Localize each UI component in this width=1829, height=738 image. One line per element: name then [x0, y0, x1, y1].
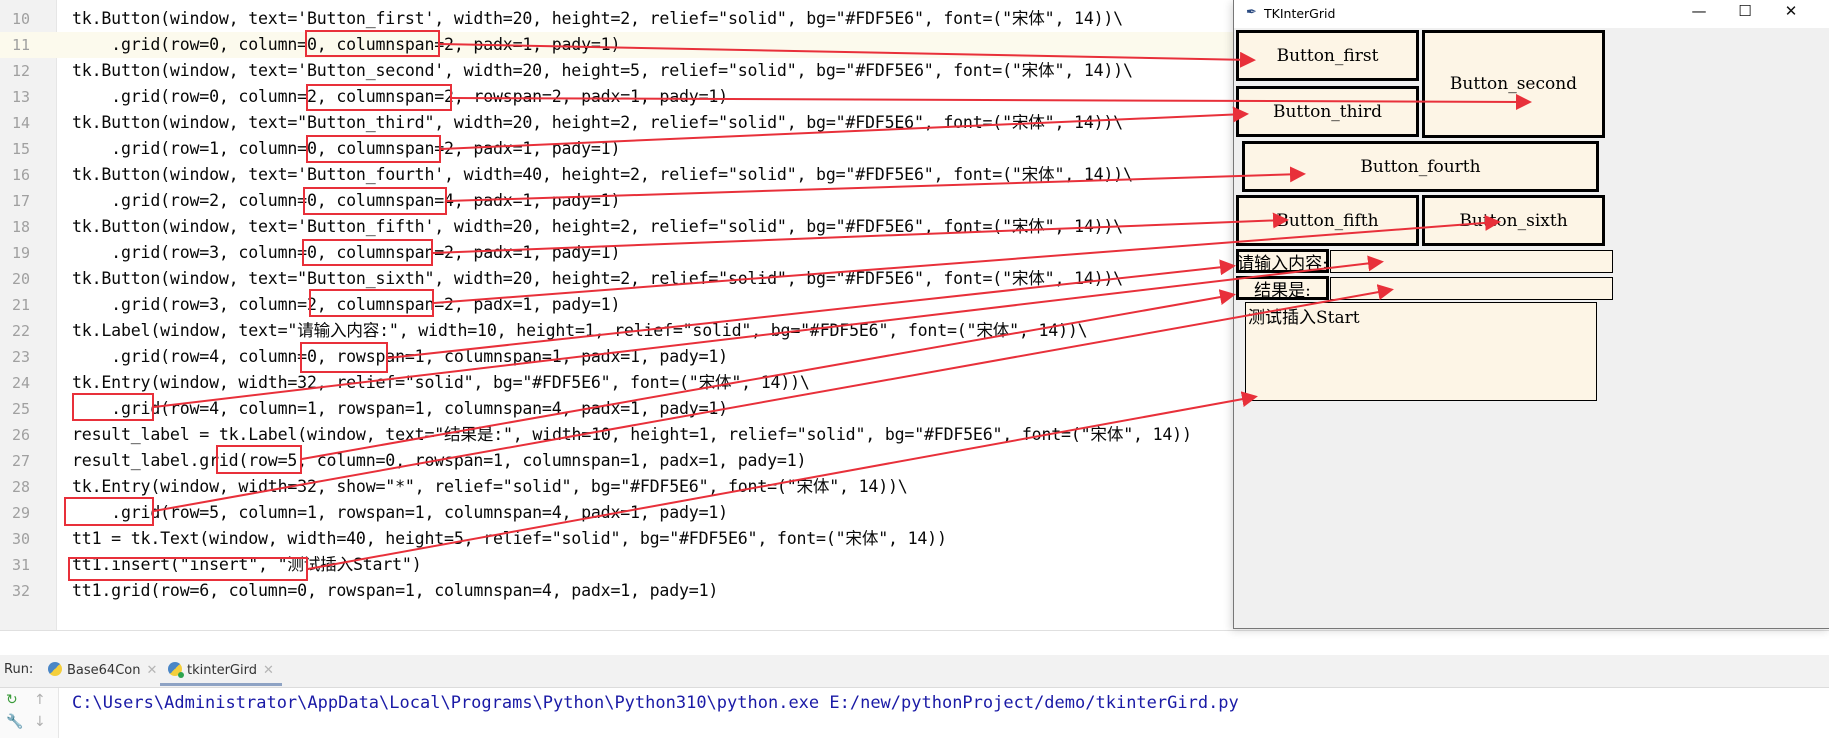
- button-third[interactable]: Button_third: [1236, 86, 1419, 137]
- line-number: 24: [11, 374, 30, 392]
- line-number: 16: [11, 166, 30, 184]
- highlight-box: [302, 239, 433, 266]
- window-title: TKInterGrid: [1264, 6, 1336, 21]
- line-number: 27: [11, 452, 30, 470]
- wrench-icon[interactable]: 🔧: [6, 714, 23, 730]
- highlight-box: [72, 393, 154, 421]
- highlight-box: [300, 342, 388, 373]
- run-toolbar: ↻ ↑ 🔧 ↓: [0, 688, 59, 738]
- line-number: 32: [11, 582, 30, 600]
- result-entry[interactable]: [1330, 277, 1613, 300]
- button-first[interactable]: Button_first: [1236, 30, 1419, 81]
- run-tabs-bar: Run: Base64Con ✕ tkinterGird ✕: [0, 655, 1829, 688]
- window-titlebar[interactable]: ✒ TKInterGrid — ☐ ✕: [1234, 0, 1829, 28]
- line-number: 20: [11, 270, 30, 288]
- highlight-box: [68, 557, 308, 581]
- run-tab-label: tkinterGird: [187, 663, 257, 678]
- line-number: 25: [11, 400, 30, 418]
- line-number: 19: [11, 244, 30, 262]
- line-number: 21: [11, 296, 30, 314]
- line-number: 22: [11, 322, 30, 340]
- highlight-box: [303, 187, 447, 215]
- code-text: tk.Button(window, text='Button_second', …: [72, 61, 1133, 80]
- minimize-button[interactable]: —: [1676, 2, 1722, 20]
- code-text: result_label.grid(row=5, column=0, rowsp…: [72, 451, 807, 470]
- arrow-down-icon[interactable]: ↓: [34, 714, 46, 730]
- button-fifth[interactable]: Button_fifth: [1236, 195, 1419, 246]
- line-number: 30: [11, 530, 30, 548]
- button-sixth[interactable]: Button_sixth: [1422, 195, 1605, 246]
- python-icon: [48, 662, 62, 676]
- line-number: 28: [11, 478, 30, 496]
- code-text: tt1.grid(row=6, column=0, rowspan=1, col…: [72, 581, 719, 600]
- line-number: 15: [11, 140, 30, 158]
- run-tab-tkintergird[interactable]: tkinterGird ✕: [160, 655, 282, 686]
- code-text: tk.Button(window, text="Button_third", w…: [72, 113, 1123, 132]
- button-fourth[interactable]: Button_fourth: [1242, 141, 1599, 192]
- input-entry[interactable]: [1330, 250, 1613, 273]
- close-tab-icon[interactable]: ✕: [263, 663, 274, 678]
- run-tab-label: Base64Con: [67, 663, 141, 678]
- line-number: 31: [11, 556, 30, 574]
- code-text: tk.Entry(window, width=32, show="*", rel…: [72, 477, 908, 496]
- code-text: .grid(row=4, column=0, rowspan=1, column…: [72, 347, 728, 366]
- line-number: 14: [11, 114, 30, 132]
- code-text: .grid(row=4, column=1, rowspan=1, column…: [72, 399, 728, 418]
- code-text: tk.Button(window, text='Button_first', w…: [72, 9, 1123, 28]
- line-number: 12: [11, 62, 30, 80]
- code-text: .grid(row=5, column=1, rowspan=1, column…: [72, 503, 728, 522]
- close-button[interactable]: ✕: [1768, 2, 1814, 20]
- run-panel: Run: Base64Con ✕ tkinterGird ✕ ↻ ↑ 🔧 ↓ C:\…: [0, 630, 1829, 738]
- text-area[interactable]: 测试插入Start: [1245, 302, 1597, 401]
- line-number: 18: [11, 218, 30, 236]
- highlight-box: [306, 135, 441, 163]
- maximize-button[interactable]: ☐: [1722, 2, 1768, 20]
- highlight-box: [309, 289, 434, 317]
- run-label: Run:: [4, 662, 34, 677]
- code-text: tk.Label(window, text="请输入内容:", width=10…: [72, 321, 1088, 340]
- code-text: tk.Entry(window, width=32, relief="solid…: [72, 373, 810, 392]
- highlight-box: [216, 445, 302, 474]
- highlight-box: [305, 30, 440, 57]
- code-text: tt1 = tk.Text(window, width=40, height=5…: [72, 529, 947, 548]
- line-number: 10: [11, 10, 30, 28]
- line-number: 23: [11, 348, 30, 366]
- line-number: 11: [11, 36, 30, 54]
- line-number: 13: [11, 88, 30, 106]
- code-text: tk.Button(window, text='Button_fourth', …: [72, 165, 1133, 184]
- tk-window: ✒ TKInterGrid — ☐ ✕ Button_first Button_…: [1233, 0, 1829, 629]
- python-running-icon: [168, 662, 184, 678]
- console-output: C:\Users\Administrator\AppData\Local\Pro…: [72, 693, 1239, 713]
- result-label: 结果是:: [1236, 276, 1329, 301]
- line-number: 29: [11, 504, 30, 522]
- highlight-box: [64, 497, 154, 526]
- close-tab-icon[interactable]: ✕: [146, 663, 157, 678]
- run-tab-base64con[interactable]: Base64Con ✕: [48, 655, 157, 686]
- button-second[interactable]: Button_second: [1422, 30, 1605, 138]
- highlight-box: [306, 84, 452, 111]
- tk-feather-icon: ✒: [1246, 5, 1257, 20]
- input-label: 请输入内容:: [1236, 249, 1329, 274]
- code-text: tk.Button(window, text='Button_fifth', w…: [72, 217, 1123, 236]
- rerun-icon[interactable]: ↻: [6, 692, 18, 708]
- line-number: 17: [11, 192, 30, 210]
- arrow-up-icon[interactable]: ↑: [34, 692, 46, 708]
- code-text: tk.Button(window, text="Button_sixth", w…: [72, 269, 1123, 288]
- line-number: 26: [11, 426, 30, 444]
